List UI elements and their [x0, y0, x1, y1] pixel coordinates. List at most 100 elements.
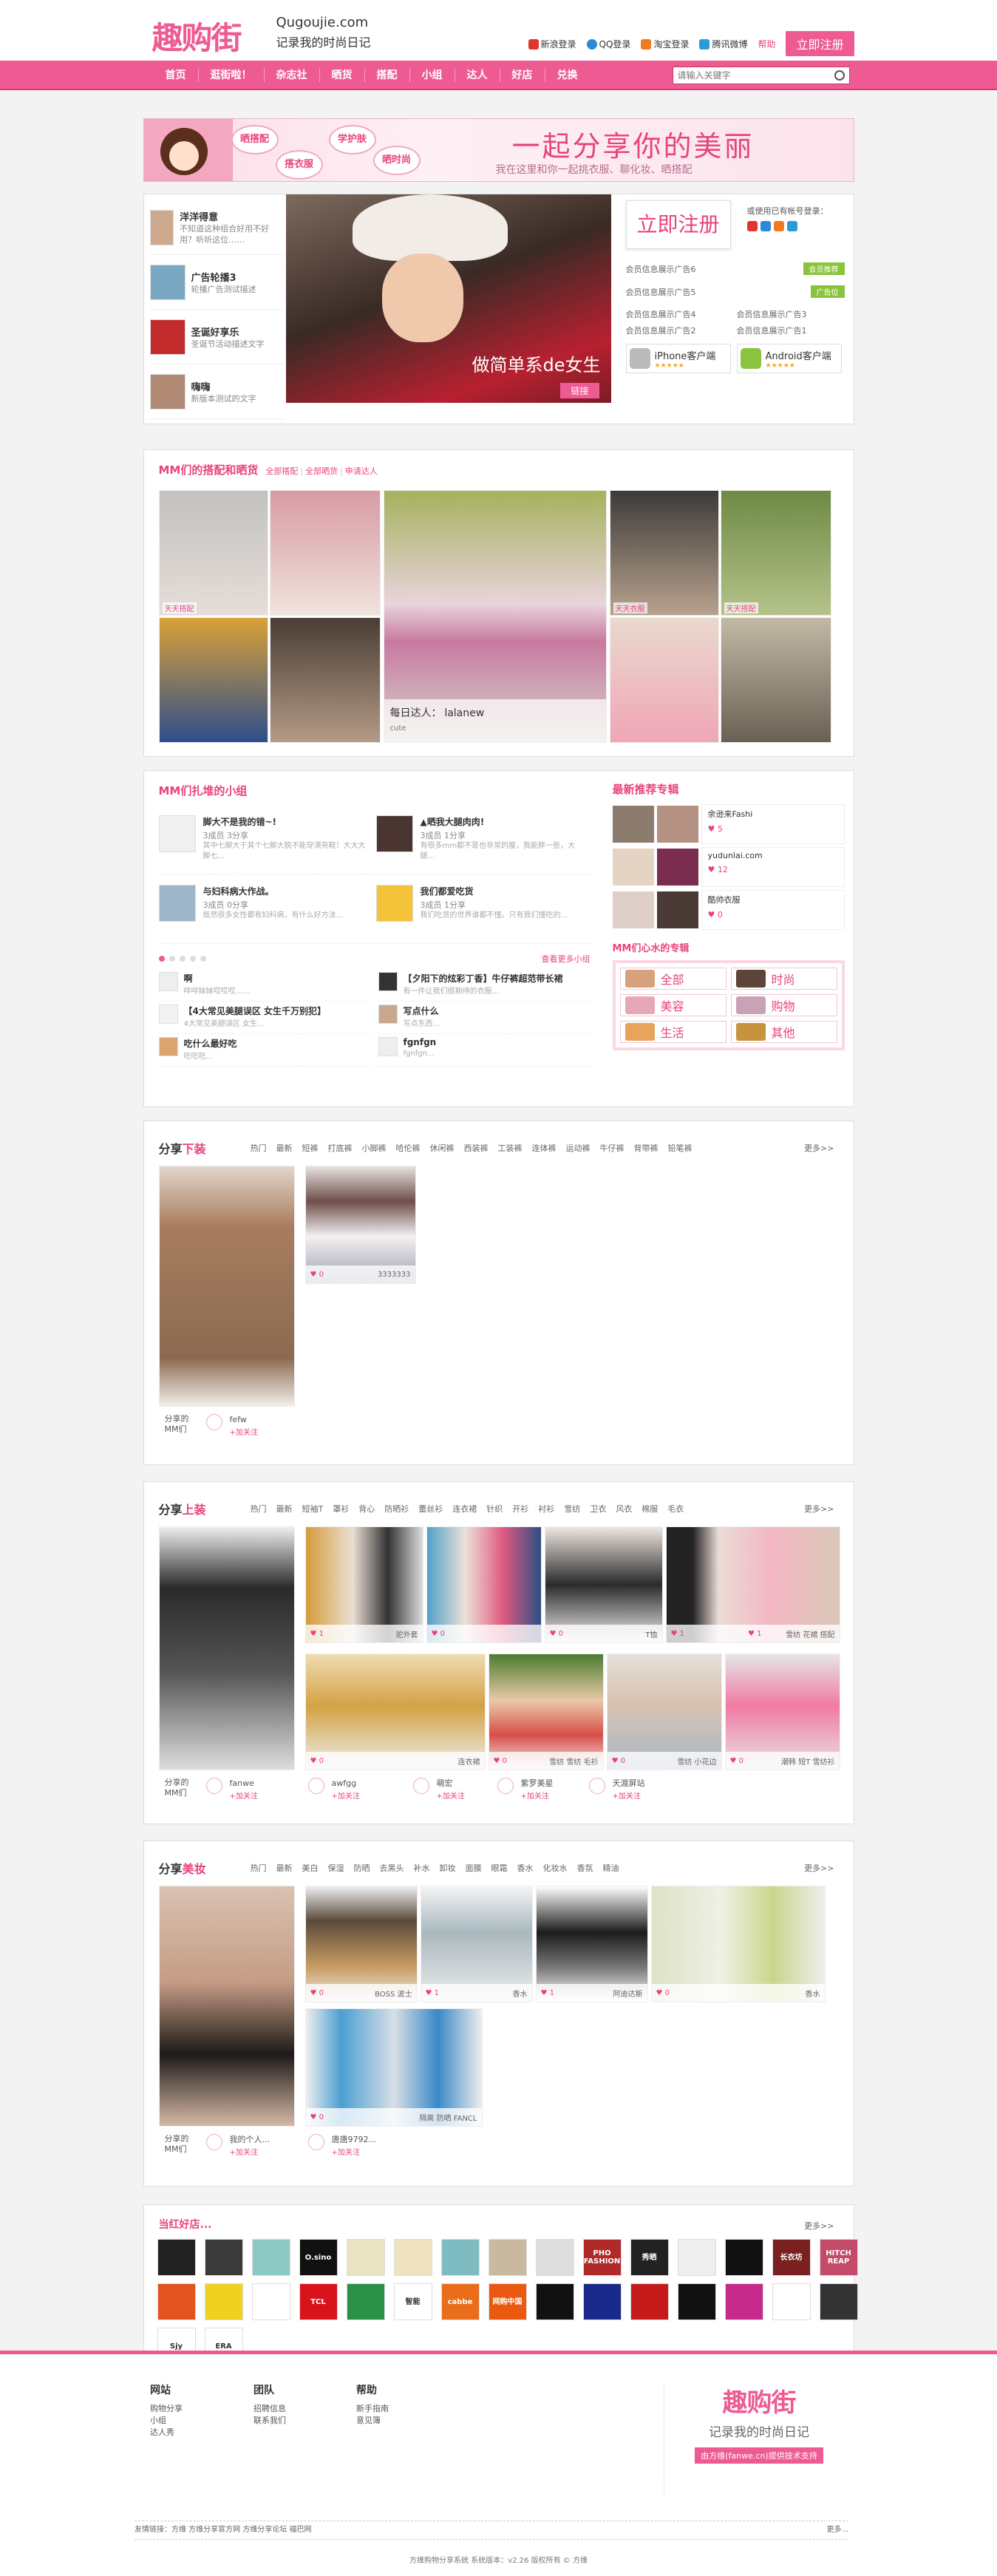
tag-link[interactable]: 棉服 — [642, 1503, 658, 1515]
footer-link[interactable]: 达人秀 — [150, 2427, 183, 2439]
sharer-item[interactable]: awfgg +加关注 — [307, 1778, 360, 1801]
friend-links-text[interactable]: 友情链接：方维 方维分享官方网 方维分享论坛 福巴网 — [135, 2526, 312, 2534]
post-image[interactable]: ♥ 1 香水 — [420, 1886, 533, 2002]
footer-link[interactable]: 新手指南 — [356, 2403, 389, 2415]
store-logo[interactable] — [346, 2239, 385, 2276]
hero-list-item[interactable]: 广告轮播3 轮播广告测试描述 — [149, 255, 283, 310]
follow-button[interactable]: +加关注 — [230, 1790, 258, 1801]
nav-exchange[interactable]: 兑换 — [545, 69, 590, 82]
store-logo[interactable] — [772, 2283, 811, 2320]
album-item[interactable]: 酷帅衣服 ♥ 0 — [612, 888, 845, 931]
tag-link[interactable]: 保湿 — [328, 1862, 344, 1874]
post-image[interactable]: ♥ 0 T恤 — [544, 1526, 663, 1643]
store-logo[interactable] — [724, 2239, 763, 2276]
tag-link[interactable]: 打底裤 — [328, 1142, 353, 1154]
store-logo[interactable]: 智能 — [393, 2283, 432, 2320]
follow-button[interactable]: +加关注 — [613, 1790, 645, 1801]
tencent-weibo-login[interactable]: 腾讯微博 — [699, 38, 747, 50]
category-all[interactable]: 全部 — [619, 968, 727, 990]
tag-link[interactable]: 短裤 — [302, 1142, 319, 1154]
powered-by-badge[interactable]: 由方维(fanwe.cn)提供技术支持 — [695, 2447, 823, 2464]
tag-link[interactable]: 牛仔裤 — [600, 1142, 625, 1154]
hero-list-item[interactable]: 嗨嗨 新版本测试的文字 — [149, 364, 283, 419]
sharer-item[interactable]: 天渡屏站 +加关注 — [588, 1778, 645, 1801]
hero-list-item[interactable]: 洋洋得意 不知道这种组合好用不好用？听听这位…… — [149, 200, 283, 255]
album-item[interactable]: yudunlai.com ♥ 12 — [612, 846, 845, 888]
post-image[interactable] — [158, 1166, 295, 1407]
sina-login[interactable]: 新浪登录 — [528, 38, 576, 50]
tag-link[interactable]: 雪纺 — [564, 1503, 580, 1515]
tag-link[interactable]: 防晒 — [354, 1862, 370, 1874]
carousel-dot[interactable] — [189, 956, 196, 962]
sharer-item[interactable]: 分享的MM们 fanwe +加关注 — [165, 1778, 258, 1801]
daren-name[interactable]: lalanew — [444, 707, 484, 719]
nav-match[interactable]: 搭配 — [365, 69, 410, 82]
follow-button[interactable]: +加关注 — [332, 2146, 376, 2157]
nav-shops[interactable]: 好店 — [500, 69, 545, 82]
member-ad[interactable]: 会员信息展示广告6 会员推荐 — [626, 262, 845, 275]
group-item[interactable]: 脚大不是我的错~! 3成员 3分享 其中七脚大于其个七脚大脱不能穿漂亮鞋！大大大脚七… — [158, 815, 369, 874]
post-image[interactable]: ♥ 1 ♥ 1 雪纺 花裙 搭配 — [665, 1526, 840, 1643]
store-logo[interactable] — [157, 2283, 196, 2320]
tag-link[interactable]: 短袖T — [302, 1503, 324, 1515]
tag-link[interactable]: 开衫 — [512, 1503, 528, 1515]
hero-main-image[interactable]: 做简单系de女生 链接 — [285, 194, 611, 403]
sharer-item[interactable]: 萌宏 +加关注 — [412, 1778, 465, 1801]
store-logo[interactable] — [582, 2283, 622, 2320]
sharer-item[interactable]: 分享的MM们 我的个人... +加关注 — [165, 2134, 270, 2157]
store-logo[interactable] — [346, 2283, 385, 2320]
member-ad-link[interactable]: 会员信息展示广告1 — [737, 324, 845, 336]
post-image[interactable] — [158, 1886, 295, 2127]
tag-link[interactable]: 化妆水 — [543, 1862, 568, 1874]
store-logo[interactable] — [535, 2239, 574, 2276]
hero-link-button[interactable]: 链接 — [560, 383, 599, 398]
more-link[interactable]: 更多>> — [804, 1503, 834, 1515]
post-image[interactable]: ♥ 0 BOSS 波士 — [304, 1886, 418, 2002]
weibo-icon[interactable] — [746, 221, 758, 231]
member-ad[interactable]: 会员信息展示广告5 广告位 — [626, 285, 845, 298]
group-item[interactable]: ▲晒我大腿肉肉! 3成员 1分享 有很多mm都不是也非常的瘦，我能胖一些，大腿... — [375, 815, 586, 874]
store-logo[interactable] — [393, 2239, 432, 2276]
album-item[interactable]: 余逊来Fashi ♥ 5 — [612, 803, 845, 846]
post-image[interactable]: ♥ 0 香水 — [650, 1886, 826, 2002]
tag-link[interactable]: 背心 — [358, 1503, 375, 1515]
tab-all-match[interactable]: 全部搭配 — [265, 466, 298, 476]
site-logo[interactable]: 趣购街 Qugoujie.com 记录我的时尚日记 — [152, 10, 374, 56]
friend-links-more[interactable]: 更多... — [826, 2521, 848, 2539]
big-register-button[interactable]: 立即注册 — [625, 200, 731, 249]
carousel-dot[interactable] — [200, 956, 206, 962]
tag-link[interactable]: 热门 — [251, 1862, 267, 1874]
store-logo[interactable]: 长衣坊 — [772, 2239, 811, 2276]
store-logo[interactable] — [440, 2239, 480, 2276]
tab-all-show[interactable]: 全部晒货 — [305, 466, 338, 476]
store-logo[interactable]: 秀晒 — [630, 2239, 669, 2276]
tag-link[interactable]: 毛衣 — [667, 1503, 684, 1515]
more-link[interactable]: 更多>> — [804, 2220, 834, 2232]
store-logo[interactable]: TCL — [299, 2283, 338, 2320]
photo-item[interactable]: 天天衣服 — [609, 490, 719, 616]
nav-daren[interactable]: 达人 — [455, 69, 500, 82]
tag-link[interactable]: 最新 — [276, 1142, 293, 1154]
tag-link[interactable]: 香氛 — [577, 1862, 593, 1874]
small-group-item[interactable]: 写点什么 写点东西... — [378, 1005, 591, 1034]
store-logo[interactable] — [677, 2239, 716, 2276]
tag-link[interactable]: 休闲裤 — [430, 1142, 455, 1154]
post-image[interactable]: ♥ 0 潮韩 短T 雪纺衫 — [724, 1654, 840, 1770]
store-logo[interactable]: 网购中国 — [488, 2283, 527, 2320]
member-ad-link[interactable]: 会员信息展示广告2 — [626, 324, 734, 336]
nav-home[interactable]: 首页 — [154, 69, 199, 82]
tag-link[interactable]: 运动裤 — [566, 1142, 591, 1154]
category-beauty[interactable]: 美容 — [619, 994, 727, 1016]
footer-link[interactable]: 招聘信息 — [253, 2403, 286, 2415]
photo-item[interactable] — [269, 617, 381, 743]
category-other[interactable]: 其他 — [730, 1021, 837, 1043]
nav-street[interactable]: 逛街啦！ — [199, 69, 265, 82]
small-group-item[interactable]: 啊咩咩妹妹哎哎哎…… — [158, 972, 371, 1002]
android-client-button[interactable]: Android客户端 ★★★★★ — [736, 344, 842, 373]
store-logo[interactable] — [819, 2283, 858, 2320]
photo-item[interactable]: 每日达人： lalanew cute — [383, 490, 607, 743]
tag-link[interactable]: 罩衫 — [333, 1503, 349, 1515]
store-logo[interactable]: cabbe — [440, 2283, 480, 2320]
follow-button[interactable]: +加关注 — [230, 1426, 258, 1437]
search-icon[interactable] — [834, 70, 845, 81]
